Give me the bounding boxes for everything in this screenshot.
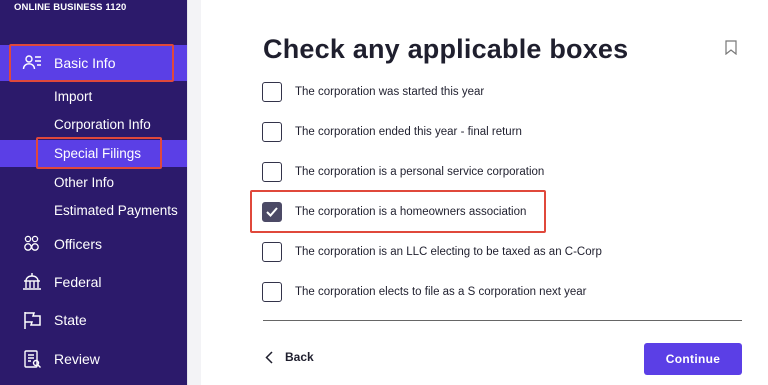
sidebar-item-label: Basic Info [54,55,116,71]
chevron-left-icon [265,350,273,364]
checkbox-label: The corporation is an LLC electing to be… [295,246,602,258]
checkbox-label: The corporation is a personal service co… [295,166,545,178]
checkbox-label: The corporation ended this year - final … [295,126,522,138]
divider [263,320,742,321]
people-icon [24,235,39,251]
sidebar-item-review[interactable]: Review [0,341,187,377]
sidebar-subitem-label: Other Info [54,175,115,190]
checkbox-checked[interactable] [262,202,282,222]
sidebar-subitem-special-filings[interactable]: Special Filings [0,140,187,167]
checkbox[interactable] [262,242,282,262]
sidebar-subitem-label: Corporation Info [54,117,151,132]
sidebar-item-basic-info[interactable]: Basic Info [0,45,187,81]
back-button[interactable]: Back [265,350,314,364]
capitol-icon [23,273,41,290]
sidebar: ONLINE BUSINESS 1120 Basic Info Import C… [0,0,187,385]
sidebar-subitem-corporation-info[interactable]: Corporation Info [0,111,187,138]
sidebar-subitem-import[interactable]: Import [0,83,187,110]
sidebar-item-state[interactable]: State [0,302,187,338]
sidebar-subitem-label: Import [54,89,93,104]
sidebar-subitem-other-info[interactable]: Other Info [0,169,187,196]
back-label: Back [285,350,314,364]
checkbox[interactable] [262,162,282,182]
sidebar-item-officers[interactable]: Officers [0,226,187,262]
sidebar-item-label: Federal [54,274,102,290]
main-panel: Check any applicable boxes The corporati… [201,0,768,385]
checkbox-label: The corporation elects to file as a S co… [295,286,587,298]
checkbox[interactable] [262,282,282,302]
user-list-icon [22,55,41,70]
continue-button[interactable]: Continue [644,343,742,375]
sidebar-subitem-label: Special Filings [54,146,142,161]
checkbox-option[interactable]: The corporation is an LLC electing to be… [262,241,602,263]
app-title: ONLINE BUSINESS 1120 [14,2,127,13]
bookmark-icon[interactable] [725,40,737,55]
checkbox-option[interactable]: The corporation ended this year - final … [262,121,522,143]
checkbox-option[interactable]: The corporation is a personal service co… [262,161,544,183]
checkbox-option[interactable]: The corporation elects to file as a S co… [262,281,587,303]
sidebar-item-label: Officers [54,236,102,252]
flag-icon [24,312,41,329]
sidebar-divider [187,0,201,385]
sidebar-subitem-label: Estimated Payments [54,203,178,218]
sidebar-item-label: Review [54,351,100,367]
checkbox-option[interactable]: The corporation was started this year [262,81,484,103]
sidebar-subitem-estimated-payments[interactable]: Estimated Payments [0,197,187,224]
checkmark-icon [266,207,278,217]
checkbox-label: The corporation is a homeowners associat… [295,206,527,218]
sidebar-item-label: State [54,312,87,328]
review-icon [24,350,41,368]
page-title: Check any applicable boxes [263,34,629,64]
checkbox[interactable] [262,82,282,102]
app: ONLINE BUSINESS 1120 Basic Info Import C… [0,0,768,385]
checkbox[interactable] [262,122,282,142]
checkbox-label: The corporation was started this year [295,86,485,98]
checkbox-option[interactable]: The corporation is a homeowners associat… [262,201,526,223]
sidebar-item-federal[interactable]: Federal [0,264,187,300]
